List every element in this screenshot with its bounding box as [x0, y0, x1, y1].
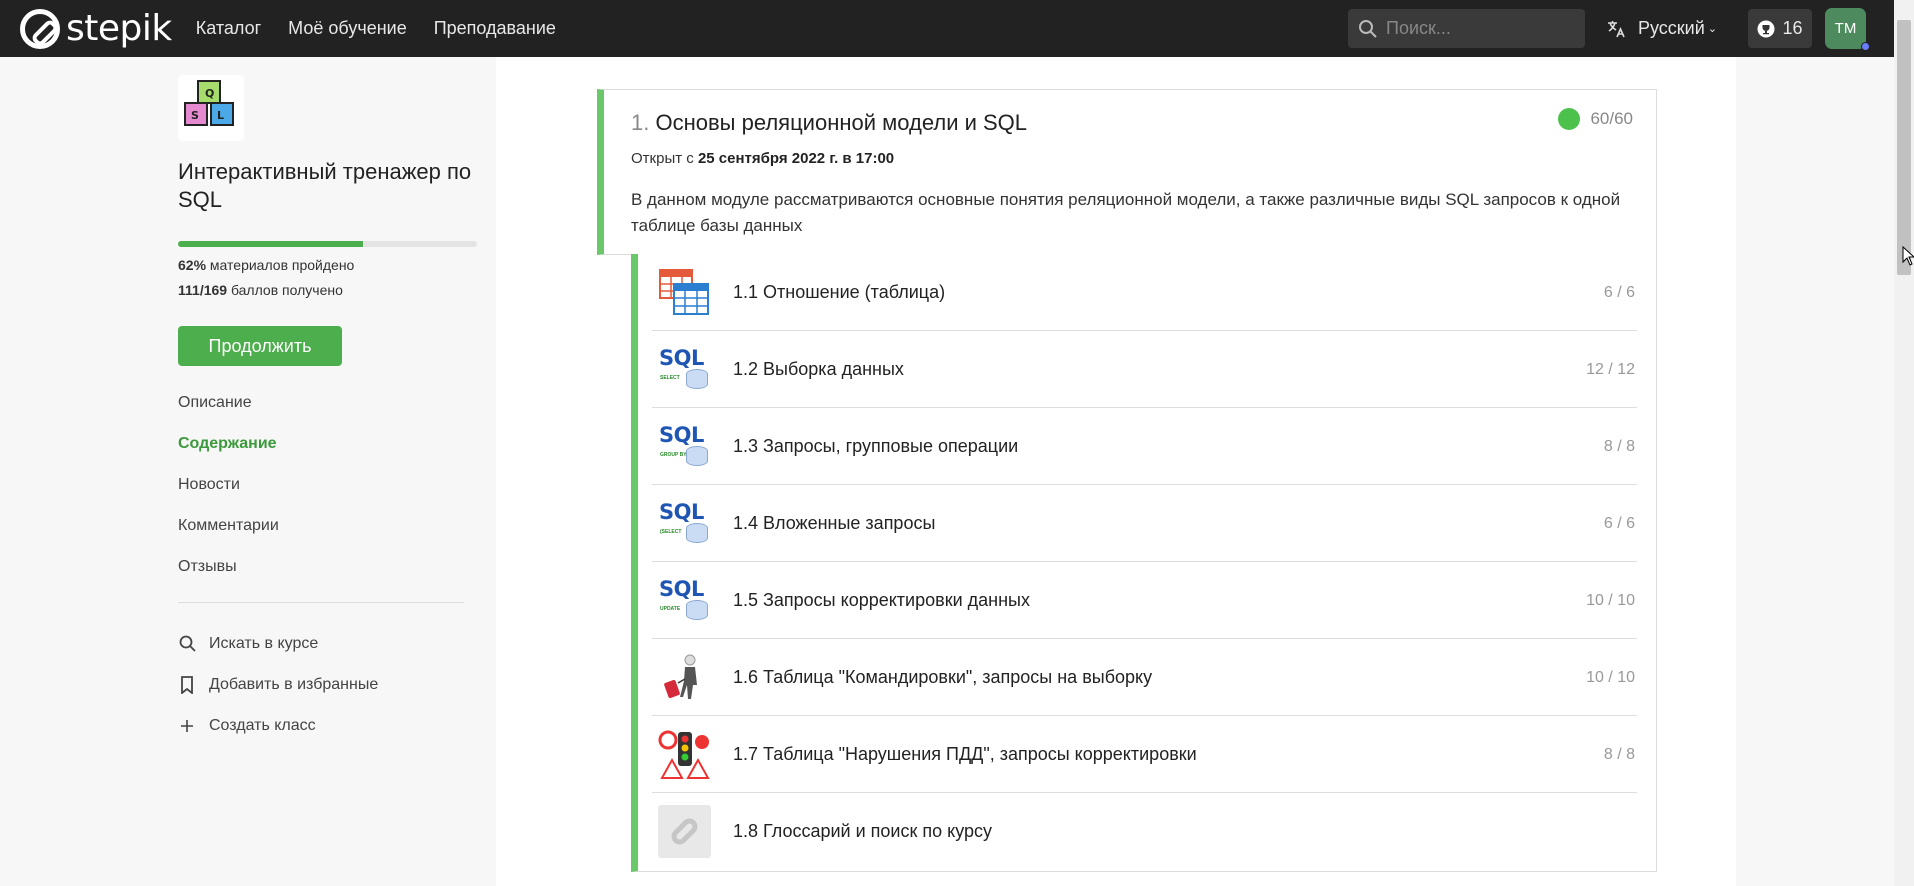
completed-icon: [1558, 108, 1581, 130]
course-progress-fill: [178, 241, 364, 247]
materials-stat: 62% материалов пройдено: [178, 257, 354, 273]
lesson-title: 1.3 Запросы, групповые операции: [733, 436, 1019, 456]
lesson-title: 1.7 Таблица "Нарушения ПДД", запросы кор…: [733, 744, 1197, 764]
points-stat: 111/169 баллов получено: [178, 282, 343, 298]
logo-text: stepik: [66, 8, 172, 49]
course-progress-bar: [178, 241, 477, 247]
language-label: Русский: [1638, 18, 1705, 38]
table-icon: [658, 266, 711, 319]
menu-reviews[interactable]: Отзывы: [178, 557, 279, 598]
module-open-prefix: Открыт с: [631, 150, 694, 167]
continue-button[interactable]: Продолжить: [178, 326, 342, 366]
search-icon: [1359, 19, 1377, 38]
user-avatar[interactable]: ТМ: [1825, 8, 1870, 51]
module-description: В данном модуле рассматриваются основные…: [631, 190, 1621, 235]
translate-icon: [1608, 20, 1625, 37]
points-value: 111/169: [178, 282, 228, 298]
chevron-down-icon: ⌄: [1707, 23, 1718, 35]
menu-comments[interactable]: Комментарии: [178, 516, 279, 557]
language-selector[interactable]: Русский ⌄: [1606, 0, 1717, 57]
lesson-item[interactable]: SQL GROUP BY 1.3 Запросы, групповые опер…: [652, 408, 1637, 485]
points-label: баллов получено: [230, 282, 343, 298]
streak-count: 16: [1782, 18, 1803, 38]
traveler-icon: [658, 651, 711, 704]
lesson-list: 1.1 Отношение (таблица) 6 / 6 SQL SELECT…: [631, 254, 1657, 872]
lesson-score: 6 / 6: [1603, 283, 1635, 301]
plus-icon: [181, 719, 193, 732]
menu-description[interactable]: Описание: [178, 393, 279, 434]
course-menu: Описание Содержание Новости Комментарии …: [178, 393, 279, 598]
top-navigation-bar: stepik Каталог Моё обучение Преподавание…: [0, 0, 1894, 57]
materials-label: материалов пройдено: [209, 257, 355, 273]
lesson-title: 1.1 Отношение (таблица): [733, 282, 946, 302]
lesson-score: 8 / 8: [1603, 437, 1635, 455]
course-actions: Искать в курсе Добавить в избранные Созд…: [178, 623, 378, 746]
add-to-favorites-label: Добавить в избранные: [209, 675, 379, 693]
module-card: 1. Основы реляционной модели и SQL 60/60…: [597, 89, 1657, 255]
lesson-title: 1.6 Таблица "Командировки", запросы на в…: [733, 667, 1153, 687]
module-title-text: Основы реляционной модели и SQL: [655, 110, 1028, 135]
sql-cubes-icon: Q S L: [184, 80, 234, 126]
lesson-title: 1.2 Выборка данных: [733, 359, 904, 379]
sidebar-divider: [178, 602, 464, 603]
nav-teaching[interactable]: Преподавание: [434, 18, 556, 39]
svg-text:L: L: [217, 109, 224, 122]
create-class-action[interactable]: Создать класс: [178, 705, 378, 746]
notification-dot: [1861, 42, 1870, 51]
nav-catalog[interactable]: Каталог: [196, 18, 261, 39]
search-box[interactable]: [1348, 9, 1585, 48]
module-number: 1.: [631, 110, 650, 135]
lesson-item[interactable]: SQL (SELECT 1.4 Вложенные запросы 6 / 6: [652, 485, 1637, 562]
course-cover-image: Q S L: [178, 75, 244, 141]
lesson-item[interactable]: SQL SELECT 1.2 Выборка данных 12 / 12: [652, 331, 1637, 408]
bookmark-icon: [181, 675, 193, 694]
lesson-item[interactable]: SQL UPDATE 1.5 Запросы корректировки дан…: [652, 562, 1637, 639]
lesson-title: 1.4 Вложенные запросы: [733, 513, 936, 533]
search-input[interactable]: [1386, 18, 1566, 39]
stepik-logo-icon: [658, 805, 711, 858]
svg-text:S: S: [191, 109, 199, 122]
lesson-score: 6 / 6: [1603, 514, 1635, 532]
course-title: Интерактивный тренажер по SQL: [178, 159, 472, 212]
menu-contents[interactable]: Содержание: [178, 434, 279, 475]
lesson-item[interactable]: 1.1 Отношение (таблица) 6 / 6: [652, 254, 1637, 331]
sql-groupby-icon: SQL GROUP BY: [658, 420, 711, 473]
nav-my-learning[interactable]: Моё обучение: [288, 18, 407, 39]
lesson-item[interactable]: 1.6 Таблица "Командировки", запросы на в…: [652, 639, 1637, 716]
add-to-favorites-action[interactable]: Добавить в избранные: [178, 664, 378, 705]
module-open-date-value: 25 сентября 2022 г. в 17:00: [697, 150, 895, 167]
stepik-logo[interactable]: stepik: [20, 0, 172, 57]
mouse-cursor-icon: [1902, 246, 1914, 266]
search-in-course-label: Искать в курсе: [209, 634, 319, 652]
create-class-label: Создать класс: [209, 716, 316, 734]
page-scrollbar[interactable]: [1894, 0, 1914, 886]
module-score: 60/60: [1558, 108, 1633, 130]
trophy-icon: [1757, 20, 1775, 37]
lesson-score: 8 / 8: [1603, 745, 1635, 763]
sql-nested-icon: SQL (SELECT: [658, 497, 711, 550]
search-in-course-action[interactable]: Искать в курсе: [178, 623, 378, 664]
lesson-item[interactable]: 1.7 Таблица "Нарушения ПДД", запросы кор…: [652, 716, 1637, 793]
stepik-logo-icon: [20, 8, 60, 49]
traffic-light-icon: [658, 728, 711, 781]
sql-update-icon: SQL UPDATE: [658, 574, 711, 627]
module-score-value: 60/60: [1590, 109, 1633, 128]
materials-percent: 62%: [178, 257, 207, 273]
lesson-item[interactable]: 1.8 Глоссарий и поиск по курсу: [652, 793, 1637, 870]
sql-select-icon: SQL SELECT: [658, 343, 711, 396]
svg-text:Q: Q: [205, 87, 214, 100]
lesson-score: 10 / 10: [1586, 668, 1635, 686]
achievements-button[interactable]: 16: [1748, 9, 1812, 48]
lesson-score: 10 / 10: [1586, 591, 1635, 609]
menu-news[interactable]: Новости: [178, 475, 279, 516]
lesson-title: 1.8 Глоссарий и поиск по курсу: [733, 821, 992, 841]
search-icon: [179, 635, 196, 652]
lesson-score: 12 / 12: [1586, 360, 1635, 378]
module-title[interactable]: 1. Основы реляционной модели и SQL: [631, 110, 1027, 136]
avatar-initials: ТМ: [1834, 20, 1857, 37]
lesson-title: 1.5 Запросы корректировки данных: [733, 590, 1030, 610]
module-open-date: Открыт с 25 сентября 2022 г. в 17:00: [631, 150, 894, 167]
scrollbar-thumb[interactable]: [1897, 20, 1911, 275]
